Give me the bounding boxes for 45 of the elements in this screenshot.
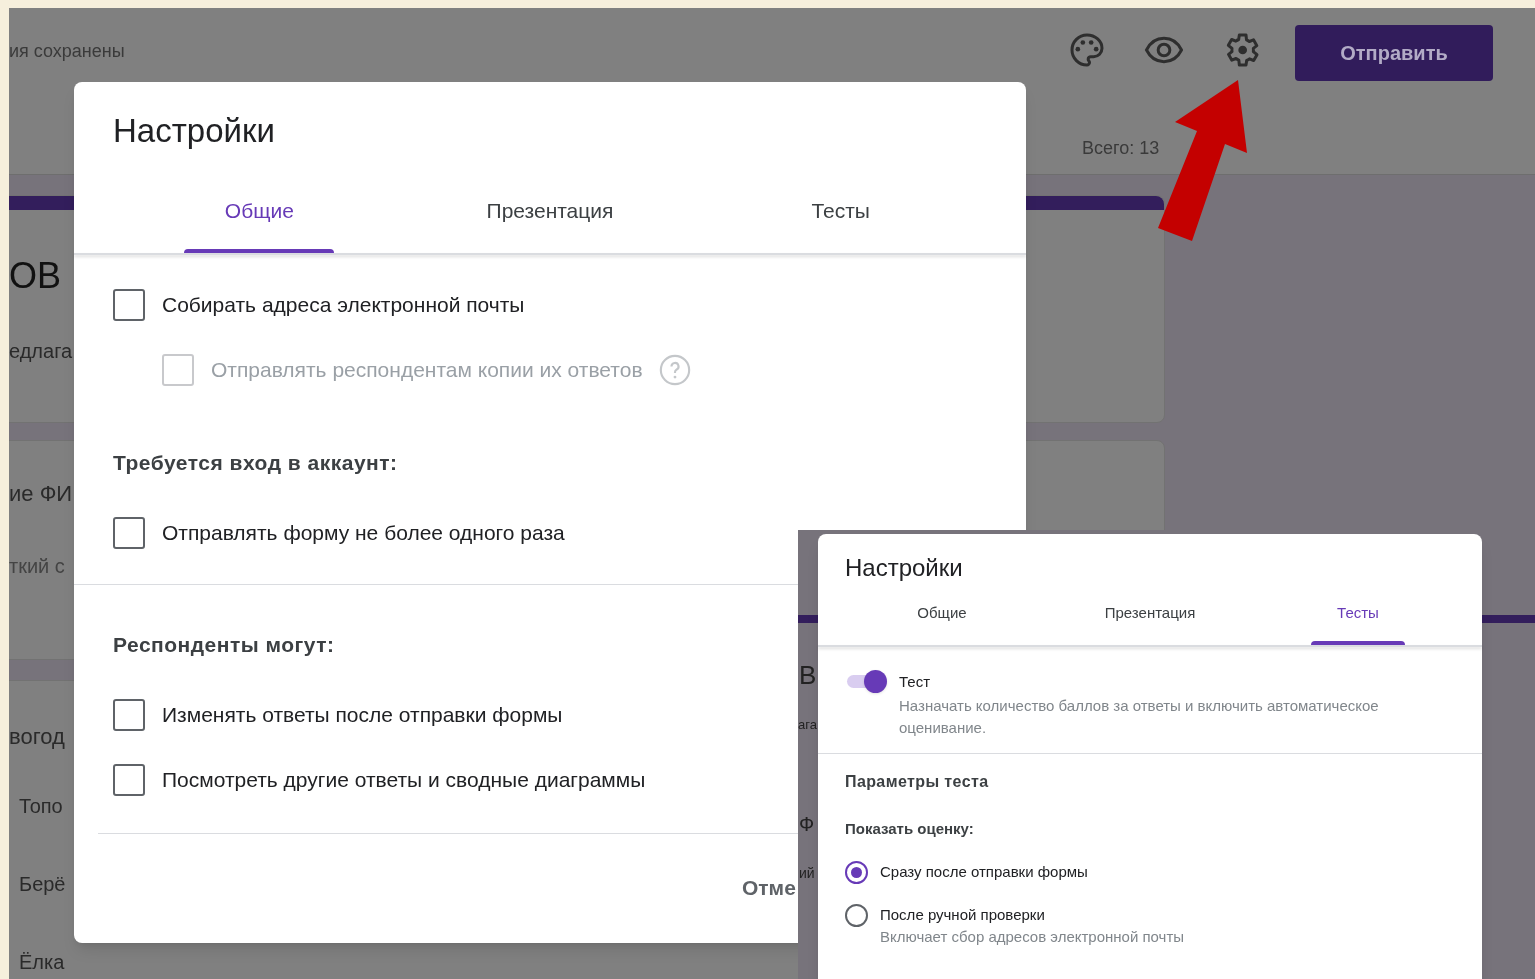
- form-text-fragment: Ф: [799, 814, 815, 834]
- checkbox-label: Собирать адреса электронной почты: [162, 292, 525, 319]
- toggle-label: Тест: [899, 671, 932, 692]
- tab[interactable]: Презентация: [1046, 602, 1254, 645]
- checkbox[interactable]: [113, 289, 145, 321]
- checkbox-label: Отправлять респондентам копии их ответов: [211, 357, 643, 384]
- tab[interactable]: Тесты: [1254, 602, 1462, 645]
- send-button[interactable]: Отправить: [1295, 25, 1493, 81]
- form-text-fragment: ОВ: [9, 258, 61, 294]
- tab[interactable]: Тесты: [695, 195, 986, 253]
- toggle-switch[interactable]: [845, 668, 887, 693]
- tab[interactable]: Презентация: [404, 195, 696, 253]
- form-text-fragment: В: [799, 662, 817, 688]
- form-text-fragment: ие ФИ: [9, 483, 73, 505]
- tab[interactable]: Общие: [114, 195, 405, 253]
- checkbox[interactable]: [113, 517, 145, 549]
- radio-button[interactable]: [845, 860, 868, 884]
- radio-label: Сразу после отправки формы: [880, 861, 1088, 882]
- section-heading: Требуется вход в аккаунт:: [113, 449, 398, 476]
- tab[interactable]: Общие: [838, 602, 1046, 645]
- form-text-fragment: Топо: [19, 796, 63, 816]
- form-text-fragment: ткий с: [9, 556, 65, 576]
- form-text-fragment: ага: [798, 718, 817, 731]
- form-text-fragment: Берё: [19, 874, 66, 894]
- cancel-button[interactable]: Отме: [742, 872, 796, 904]
- save-status-text: ия сохранены: [9, 40, 125, 63]
- total-count-text: Всего: 13: [1082, 137, 1160, 160]
- subheading: Показать оценку:: [844, 819, 975, 839]
- checkbox[interactable]: [113, 764, 145, 796]
- form-text-fragment: вогод: [9, 726, 65, 748]
- form-text-fragment: ий: [799, 866, 815, 880]
- radio-label: После ручной проверки: [880, 904, 1046, 925]
- section-title: Параметры теста: [844, 772, 990, 792]
- checkbox-label: Посмотреть другие ответы и сводные диаграммы: [162, 767, 646, 794]
- form-text-fragment: едлага: [9, 341, 73, 361]
- checkbox-label: Отправлять форму не более одного раза: [162, 520, 565, 547]
- dialog-title: Настройки: [112, 111, 276, 147]
- toggle-description: Назначать количество баллов за ответы и включить автоматическое оценивание.: [899, 696, 1380, 738]
- checkbox-label: Изменять ответы после отправки формы: [162, 702, 563, 729]
- checkbox[interactable]: [113, 699, 145, 731]
- radio-note: Включает сбор адресов электронной почты: [880, 926, 1185, 947]
- radio-button[interactable]: [845, 903, 868, 927]
- section-heading: Респонденты могут:: [113, 631, 335, 658]
- form-text-fragment: Ёлка: [19, 952, 65, 972]
- dialog-title: Настройки: [844, 553, 964, 580]
